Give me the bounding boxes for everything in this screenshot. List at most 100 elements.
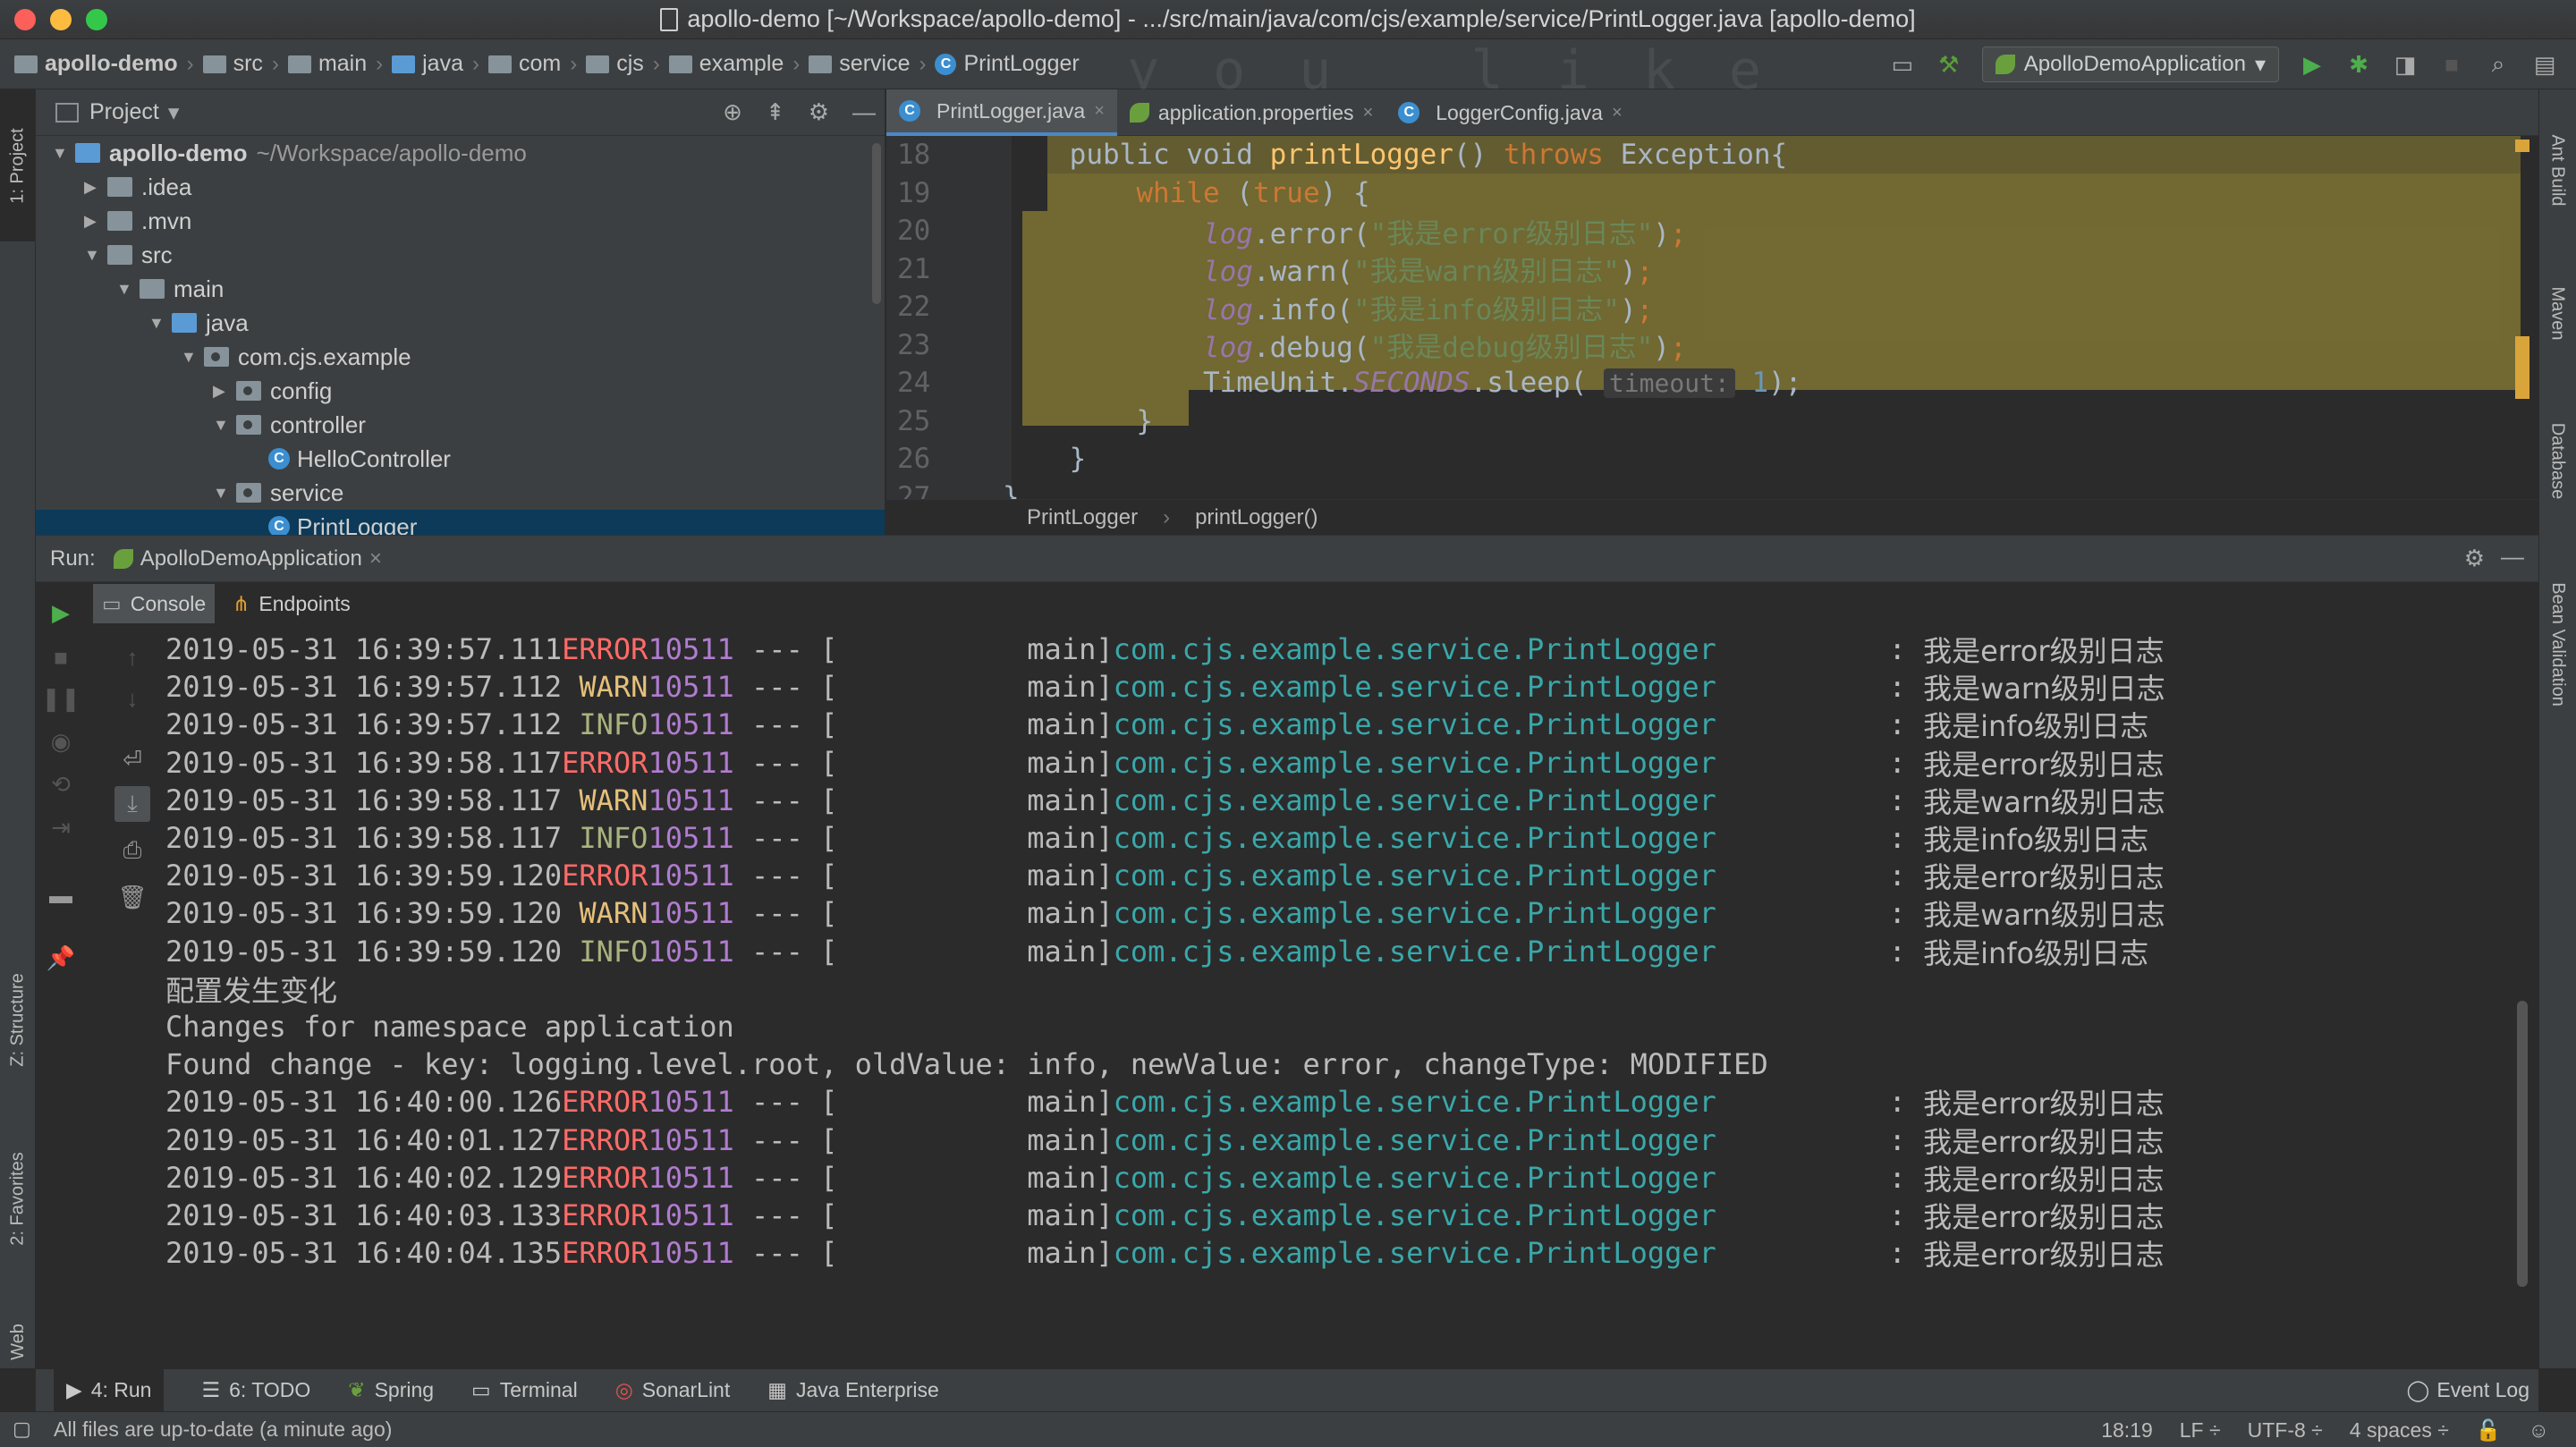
project-view-select[interactable]: Project bbox=[89, 99, 159, 125]
expanded-arrow-icon[interactable]: ▼ bbox=[181, 348, 204, 367]
pause-icon[interactable]: ❚❚ bbox=[41, 681, 80, 716]
hide-panel-icon[interactable]: — bbox=[2501, 543, 2524, 571]
line-separator[interactable]: LF ÷ bbox=[2180, 1418, 2221, 1443]
tree-node[interactable]: ▼ src bbox=[36, 238, 885, 272]
close-icon[interactable]: × bbox=[1363, 103, 1374, 123]
chevron-down-icon[interactable]: ▾ bbox=[168, 99, 180, 126]
down-arrow-icon[interactable]: ↓ bbox=[114, 681, 150, 716]
restore-layout-icon[interactable]: ⟲ bbox=[43, 766, 79, 802]
up-arrow-icon[interactable]: ↑ bbox=[114, 639, 150, 675]
breadcrumb-item[interactable]: java › bbox=[392, 51, 479, 77]
breadcrumb-item[interactable]: C PrintLogger bbox=[935, 51, 1080, 77]
console-scrollbar[interactable] bbox=[2517, 1001, 2528, 1287]
bottom-tab[interactable]: ☰ 6: TODO bbox=[201, 1378, 310, 1402]
log-logger[interactable]: com.cjs.example.service.PrintLogger bbox=[1114, 859, 1716, 893]
breadcrumb-item[interactable]: service › bbox=[809, 51, 926, 77]
expanded-arrow-icon[interactable]: ▼ bbox=[116, 280, 140, 299]
warning-marker[interactable] bbox=[2515, 140, 2529, 152]
pin-icon[interactable]: 📌 bbox=[43, 940, 79, 976]
log-logger[interactable]: com.cjs.example.service.PrintLogger bbox=[1114, 1123, 1716, 1157]
project-window-icon[interactable]: ▤ bbox=[2531, 51, 2558, 78]
breadcrumb-item[interactable]: apollo-demo › bbox=[14, 51, 194, 77]
camera-icon[interactable]: ◉ bbox=[43, 724, 79, 759]
tool-tab-maven[interactable]: Maven bbox=[2538, 250, 2576, 376]
tree-node[interactable]: ▼ controller bbox=[36, 408, 885, 442]
breadcrumb-item[interactable]: com › bbox=[488, 51, 577, 77]
tool-tab-database[interactable]: Database bbox=[2538, 385, 2576, 537]
rerun-icon[interactable]: ▶ bbox=[43, 595, 79, 630]
gear-icon[interactable]: ⚙ bbox=[809, 98, 829, 126]
expanded-arrow-icon[interactable]: ▼ bbox=[148, 314, 172, 333]
indent-setting[interactable]: 4 spaces ÷ bbox=[2350, 1418, 2449, 1443]
breadcrumb-item[interactable]: cjs › bbox=[586, 51, 660, 77]
expanded-arrow-icon[interactable]: ▼ bbox=[213, 484, 236, 503]
tab-endpoints[interactable]: ⋔ Endpoints bbox=[224, 584, 360, 623]
bottom-tab[interactable]: ▭ Terminal bbox=[471, 1378, 578, 1402]
editor-tab[interactable]: C LoggerConfig.java × bbox=[1385, 89, 1634, 136]
build-hammer-icon[interactable]: ⚒ bbox=[1936, 51, 1962, 78]
run-configuration-select[interactable]: ApolloDemoApplication ▾ bbox=[1981, 47, 2279, 82]
close-icon[interactable]: × bbox=[1094, 101, 1105, 122]
log-logger[interactable]: com.cjs.example.service.PrintLogger bbox=[1114, 896, 1716, 930]
zoom-window-button[interactable] bbox=[86, 9, 107, 30]
gear-icon[interactable]: ⚙ bbox=[2464, 545, 2485, 572]
editor-tab[interactable]: C PrintLogger.java × bbox=[886, 89, 1117, 136]
tree-node[interactable]: ▶ .mvn bbox=[36, 204, 885, 238]
breadcrumb-item[interactable]: main › bbox=[287, 51, 383, 77]
close-icon[interactable]: × bbox=[369, 546, 382, 571]
console-output[interactable]: 2019-05-31 16:39:57.111 ERROR 10511 --- … bbox=[165, 630, 2500, 1274]
log-logger[interactable]: com.cjs.example.service.PrintLogger bbox=[1114, 1161, 1716, 1195]
close-window-button[interactable] bbox=[14, 9, 36, 30]
breadcrumb-class[interactable]: PrintLogger bbox=[1027, 505, 1138, 530]
search-icon[interactable]: ⌕ bbox=[2485, 50, 2512, 78]
minimize-window-button[interactable] bbox=[50, 9, 72, 30]
tool-tab-favorites[interactable]: 2: Favorites bbox=[0, 1109, 36, 1288]
collapsed-arrow-icon[interactable]: ▶ bbox=[84, 178, 107, 197]
stop-icon[interactable]: ■ bbox=[43, 639, 79, 675]
log-logger[interactable]: com.cjs.example.service.PrintLogger bbox=[1114, 1198, 1716, 1232]
log-logger[interactable]: com.cjs.example.service.PrintLogger bbox=[1114, 1236, 1716, 1270]
collapse-all-icon[interactable]: ⇞ bbox=[766, 98, 785, 126]
bottom-tab[interactable]: ❦ Spring bbox=[348, 1378, 434, 1402]
tool-tab-project[interactable]: 1: Project bbox=[0, 89, 36, 241]
layout-icon[interactable]: ▬ bbox=[43, 877, 79, 913]
tool-tab-bean-validation[interactable]: Bean Validation bbox=[2538, 546, 2576, 742]
run-config-tab[interactable]: ApolloDemoApplication × bbox=[113, 546, 382, 571]
project-scrollbar[interactable] bbox=[872, 143, 881, 304]
tree-node[interactable]: C HelloController bbox=[36, 442, 885, 476]
tree-node[interactable]: ▼ apollo-demo ~/Workspace/apollo-demo bbox=[36, 136, 885, 170]
log-logger[interactable]: com.cjs.example.service.PrintLogger bbox=[1114, 632, 1716, 666]
locate-file-icon[interactable]: ⊕ bbox=[723, 98, 742, 126]
log-logger[interactable]: com.cjs.example.service.PrintLogger bbox=[1114, 670, 1716, 704]
collapsed-arrow-icon[interactable]: ▶ bbox=[84, 212, 107, 231]
lock-icon[interactable]: 🔓 bbox=[2476, 1418, 2502, 1443]
log-logger[interactable]: com.cjs.example.service.PrintLogger bbox=[1114, 821, 1716, 855]
coverage-icon[interactable]: ◨ bbox=[2392, 51, 2419, 78]
status-toggle-icon[interactable]: ▢ bbox=[13, 1417, 31, 1441]
file-encoding[interactable]: UTF-8 ÷ bbox=[2248, 1418, 2323, 1443]
expanded-arrow-icon[interactable]: ▼ bbox=[52, 144, 75, 163]
debug-icon[interactable]: ✱ bbox=[2345, 51, 2372, 78]
tool-tab-ant-build[interactable]: Ant Build bbox=[2538, 98, 2576, 241]
bottom-tab[interactable]: ▶ 4: Run bbox=[54, 1368, 165, 1412]
bottom-tab[interactable]: ▦ Java Enterprise bbox=[767, 1378, 939, 1402]
log-logger[interactable]: com.cjs.example.service.PrintLogger bbox=[1114, 746, 1716, 780]
change-marker[interactable] bbox=[2515, 336, 2529, 399]
breadcrumb-method[interactable]: printLogger() bbox=[1195, 505, 1318, 530]
tool-tab-structure[interactable]: Z: Structure bbox=[0, 930, 36, 1109]
log-logger[interactable]: com.cjs.example.service.PrintLogger bbox=[1114, 1085, 1716, 1119]
stop-icon[interactable]: ■ bbox=[2438, 51, 2465, 78]
breadcrumb-item[interactable]: example › bbox=[668, 51, 800, 77]
tool-tab-web[interactable]: Web bbox=[0, 1288, 36, 1395]
tree-node[interactable]: ▶ config bbox=[36, 374, 885, 408]
log-logger[interactable]: com.cjs.example.service.PrintLogger bbox=[1114, 707, 1716, 741]
close-icon[interactable]: × bbox=[1612, 103, 1623, 123]
tree-node[interactable]: ▼ java bbox=[36, 306, 885, 340]
tree-node[interactable]: ▶ .idea bbox=[36, 170, 885, 204]
exit-icon[interactable]: ⇥ bbox=[43, 809, 79, 845]
expanded-arrow-icon[interactable]: ▼ bbox=[84, 246, 107, 265]
run-icon[interactable]: ▶ bbox=[2299, 51, 2326, 78]
tree-node[interactable]: ▼ main bbox=[36, 272, 885, 306]
editor-tab[interactable]: application.properties × bbox=[1117, 89, 1385, 136]
breadcrumb-item[interactable]: src › bbox=[202, 51, 279, 77]
